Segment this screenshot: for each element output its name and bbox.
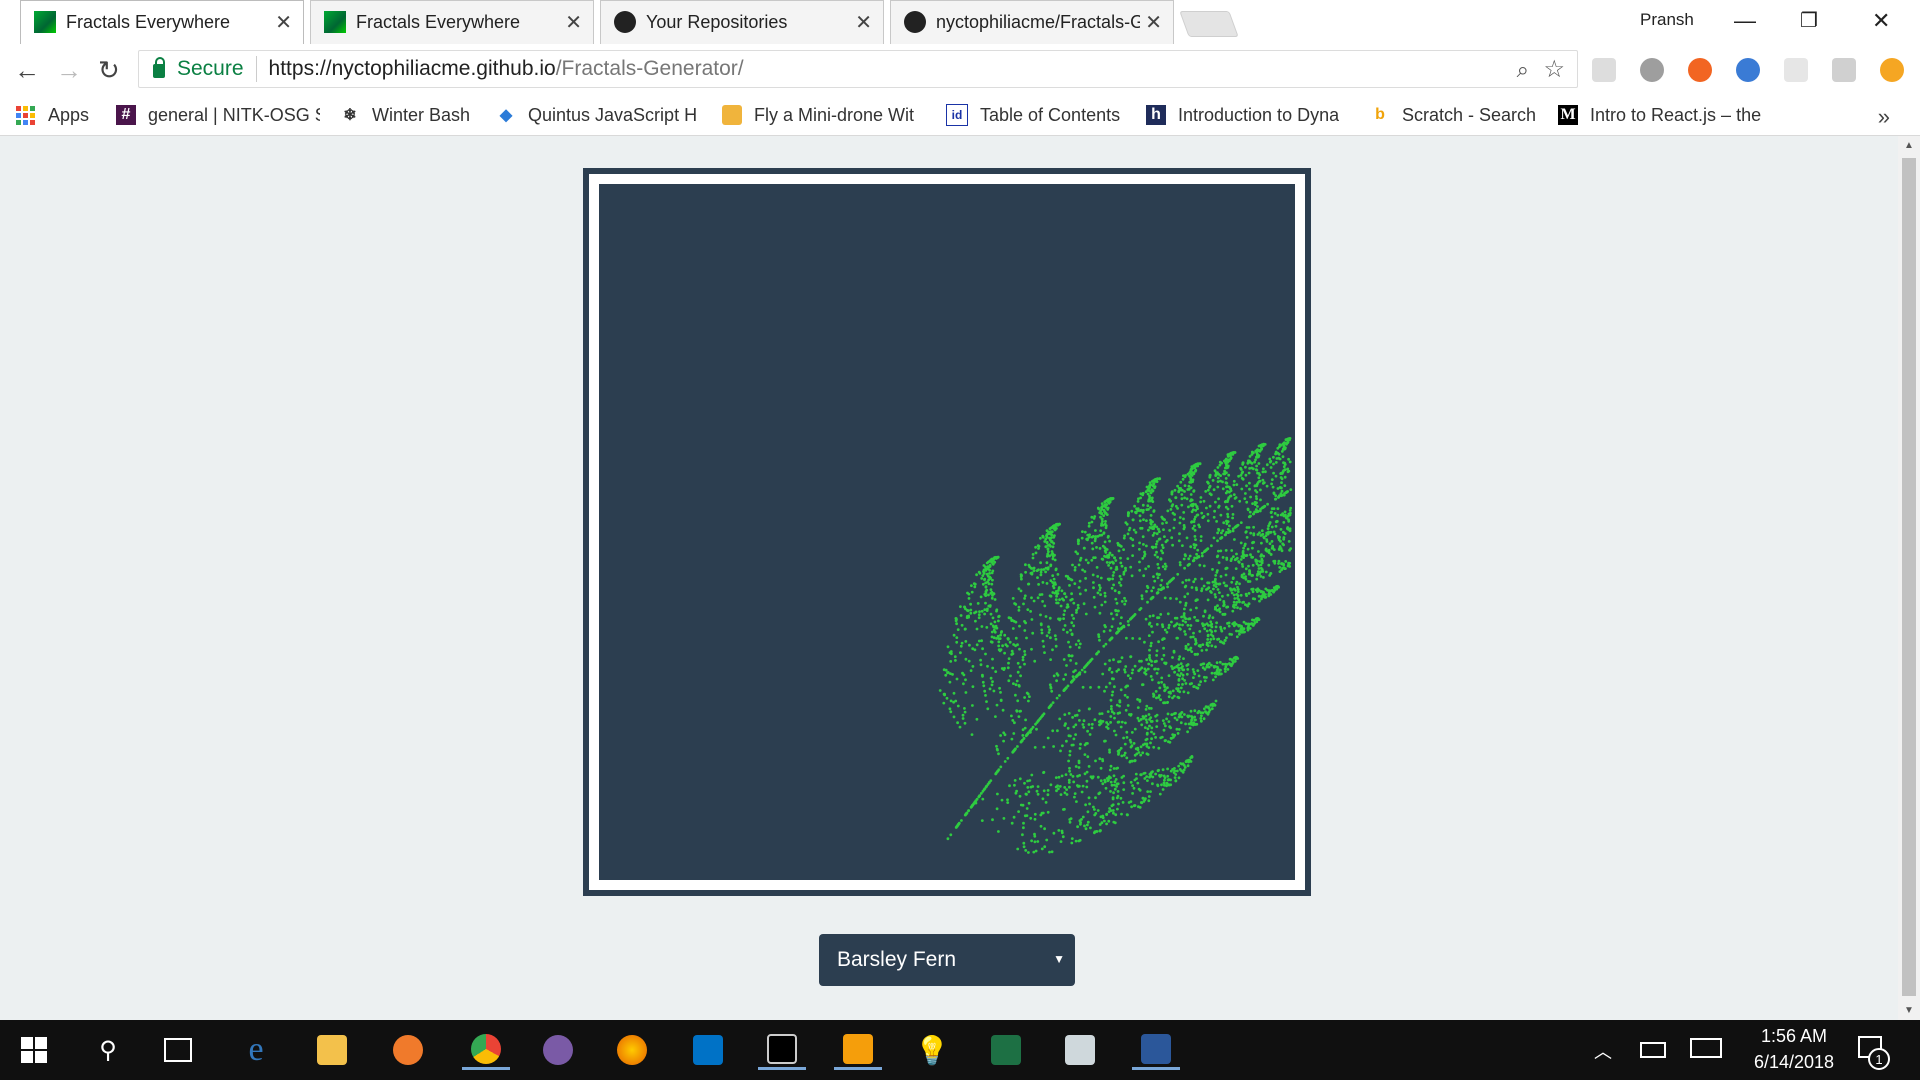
- windows-taskbar: ⚲ e 💡 ︿ 1:56 AM 6/14/2018 1: [0, 1020, 1920, 1080]
- fractal-type-select[interactable]: Barsley Fern ▼: [819, 934, 1075, 986]
- dropdown-caret-icon: ▼: [1053, 952, 1065, 966]
- excel-icon[interactable]: [986, 1030, 1026, 1070]
- clock-date[interactable]: 6/14/2018: [1742, 1052, 1846, 1073]
- url-path: /Fractals-Generator/: [555, 57, 744, 80]
- task-view-icon[interactable]: [158, 1030, 198, 1070]
- word-icon[interactable]: [1132, 1030, 1180, 1070]
- github-icon: [904, 11, 926, 33]
- restore-icon[interactable]: ❐: [1800, 8, 1818, 33]
- medium-icon: M: [1558, 105, 1578, 125]
- bookmark-winter-bash[interactable]: ❄ Winter Bash: [340, 102, 470, 128]
- profile-name[interactable]: Pransh: [1640, 10, 1694, 30]
- extension-globe-icon[interactable]: [1736, 58, 1760, 82]
- tab-title: Fractals Everywhere: [356, 11, 521, 32]
- fern-points: [938, 437, 1293, 854]
- forward-arrow-icon[interactable]: →: [56, 55, 82, 86]
- bookmark-table-of-contents[interactable]: id Table of Contents: [946, 102, 1120, 128]
- bookmark-intro-to-react[interactable]: M Intro to React.js – the: [1558, 102, 1768, 128]
- extension-cube-icon[interactable]: [1592, 58, 1616, 82]
- battery-icon[interactable]: [1640, 1042, 1666, 1058]
- close-tab-icon[interactable]: ✕: [565, 10, 582, 35]
- github-icon: [614, 11, 636, 33]
- bookmark-mini-drone[interactable]: Fly a Mini-drone Wit: [722, 102, 926, 128]
- fractal-favicon-icon: [324, 11, 346, 33]
- bookmark-quintus[interactable]: ◆ Quintus JavaScript H: [496, 102, 706, 128]
- windows-start-icon[interactable]: [14, 1030, 54, 1070]
- bookmark-star-icon[interactable]: ☆: [1543, 55, 1565, 84]
- zoom-icon[interactable]: ⌕: [1517, 57, 1529, 83]
- sublime-text-icon[interactable]: [834, 1030, 882, 1070]
- fractal-favicon-icon: [34, 11, 56, 33]
- tab-title: Fractals Everywhere: [66, 11, 231, 32]
- touch-keyboard-icon[interactable]: [1690, 1038, 1722, 1058]
- page-viewport: Barsley Fern ▼: [0, 136, 1898, 1020]
- tab-your-repositories[interactable]: Your Repositories ✕: [594, 0, 884, 44]
- clock-time[interactable]: 1:56 AM: [1754, 1026, 1834, 1047]
- tab-fractals-everywhere-1[interactable]: Fractals Everywhere ✕: [14, 0, 304, 44]
- bookmark-introduction-to-dyna[interactable]: h Introduction to Dyna: [1146, 102, 1352, 128]
- fractal-canvas: [599, 184, 1295, 880]
- slack-hash-icon: #: [116, 105, 136, 125]
- file-explorer-icon[interactable]: [312, 1030, 352, 1070]
- minimize-icon[interactable]: —: [1734, 8, 1756, 34]
- lock-icon: [153, 57, 165, 78]
- quintus-icon: ◆: [499, 107, 513, 124]
- media-player-icon[interactable]: [1060, 1030, 1100, 1070]
- more-bookmarks-chevron-icon[interactable]: »: [1878, 104, 1890, 130]
- extension-lifebuoy-icon[interactable]: [1688, 58, 1712, 82]
- chrome-icon[interactable]: [462, 1030, 510, 1070]
- notification-count-badge: 1: [1868, 1048, 1890, 1070]
- lightbulb-icon[interactable]: 💡: [912, 1030, 952, 1070]
- bing-icon: b: [1375, 106, 1385, 123]
- extension-gear-icon[interactable]: [1784, 58, 1808, 82]
- extension-b-icon[interactable]: [1640, 58, 1664, 82]
- snowflake-icon: ❄: [343, 107, 357, 124]
- tab-fractals-everywhere-2[interactable]: Fractals Everywhere ✕: [304, 0, 594, 44]
- drone-icon: [722, 105, 742, 125]
- hackerearth-icon: h: [1146, 105, 1166, 125]
- fractal-frame: [583, 168, 1311, 896]
- bookmark-nitk-osg[interactable]: # general | NITK-OSG S: [116, 102, 320, 128]
- bookmarks-bar: Apps # general | NITK-OSG S ❄ Winter Bas…: [0, 96, 1920, 136]
- edge-browser-icon[interactable]: e: [236, 1030, 276, 1070]
- tab-github-repo[interactable]: nyctophiliacme/Fractals-G ✕: [884, 0, 1174, 44]
- close-window-icon[interactable]: ✕: [1872, 8, 1890, 34]
- reload-icon[interactable]: ↻: [98, 55, 120, 86]
- fractal-select-value: Barsley Fern: [837, 948, 957, 971]
- tab-title: nyctophiliacme/Fractals-G: [936, 11, 1140, 32]
- terminal-icon[interactable]: [758, 1030, 806, 1070]
- secure-label: Secure: [177, 57, 244, 80]
- new-tab-button[interactable]: [1179, 11, 1239, 37]
- bookmark-apps[interactable]: Apps: [16, 102, 89, 128]
- close-tab-icon[interactable]: ✕: [855, 10, 872, 35]
- scrollbar-thumb[interactable]: [1902, 158, 1916, 996]
- id-icon: id: [946, 104, 968, 126]
- firefox-icon[interactable]: [612, 1030, 652, 1070]
- bookmark-scratch-search[interactable]: b Scratch - Search: [1370, 102, 1536, 128]
- browser-toolbar: ← → ↻ Secure https://nyctophiliacme.gith…: [0, 44, 1920, 96]
- close-tab-icon[interactable]: ✕: [1145, 10, 1162, 35]
- pidgin-icon[interactable]: [538, 1030, 578, 1070]
- show-hidden-icons-chevron-icon[interactable]: ︿: [1594, 1038, 1612, 1064]
- apps-grid-icon: [16, 105, 36, 125]
- scroll-down-arrow-icon[interactable]: ▼: [1904, 1005, 1914, 1016]
- outlook-icon[interactable]: [688, 1030, 728, 1070]
- search-icon[interactable]: ⚲: [88, 1030, 128, 1070]
- back-arrow-icon[interactable]: ←: [14, 55, 40, 86]
- extension-chat-icon[interactable]: [1832, 58, 1856, 82]
- app-orange-icon[interactable]: [388, 1030, 428, 1070]
- address-bar[interactable]: Secure https://nyctophiliacme.github.io /…: [138, 50, 1578, 88]
- vertical-scrollbar[interactable]: ▲ ▼: [1898, 136, 1920, 1020]
- url-domain: https://nyctophiliacme.github.io: [268, 57, 556, 80]
- close-tab-icon[interactable]: ✕: [275, 10, 292, 35]
- browser-title-bar: Fractals Everywhere ✕ Fractals Everywher…: [0, 0, 1920, 44]
- update-icon[interactable]: [1880, 58, 1904, 82]
- scroll-up-arrow-icon[interactable]: ▲: [1904, 140, 1914, 151]
- tab-title: Your Repositories: [646, 11, 788, 32]
